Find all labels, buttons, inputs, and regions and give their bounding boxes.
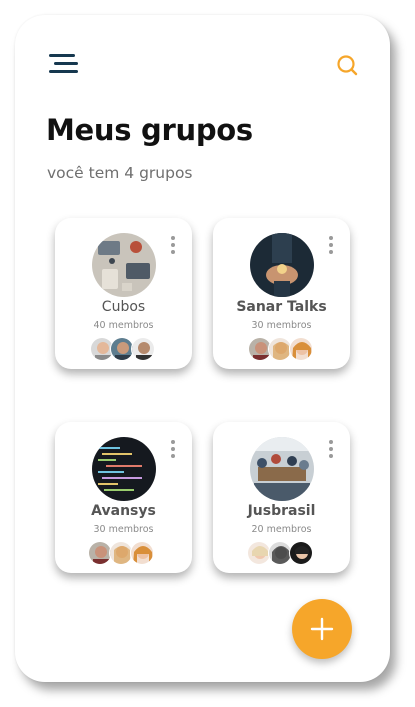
menu-icon[interactable] [49, 53, 81, 75]
group-photo [92, 437, 156, 501]
group-photo [250, 233, 314, 297]
group-card-cubos[interactable]: Cubos 40 membros [55, 218, 192, 369]
add-group-button[interactable] [292, 599, 352, 659]
more-options-icon[interactable] [328, 236, 334, 256]
group-photo [92, 233, 156, 297]
search-icon[interactable] [335, 53, 361, 79]
group-name: Cubos [101, 299, 146, 315]
member-avatar [289, 541, 313, 565]
group-members-count: 40 membros [93, 320, 154, 331]
page-subtitle: você tem 4 grupos [47, 164, 193, 182]
more-options-icon[interactable] [170, 236, 176, 256]
group-members-count: 30 membros [251, 320, 312, 331]
member-avatar [131, 337, 155, 361]
member-avatars [55, 337, 192, 363]
page-title: Meus grupos [46, 113, 253, 147]
phone-screen: Meus grupos você tem 4 grupos Cubos 40 m… [15, 15, 390, 682]
more-options-icon[interactable] [170, 440, 176, 460]
group-name: Avansys [91, 503, 156, 519]
group-name: Jusbrasil [247, 503, 316, 519]
member-avatar [289, 337, 313, 361]
group-card-sanar-talks[interactable]: Sanar Talks 30 membros [213, 218, 350, 369]
group-card-avansys[interactable]: Avansys 30 membros [55, 422, 192, 573]
group-name: Sanar Talks [236, 299, 327, 315]
group-members-count: 20 membros [251, 524, 312, 535]
more-options-icon[interactable] [328, 440, 334, 460]
plus-icon [310, 617, 334, 641]
member-avatar [130, 541, 154, 565]
group-photo [250, 437, 314, 501]
group-members-count: 30 membros [93, 524, 154, 535]
member-avatars [213, 337, 350, 363]
member-avatars [55, 541, 192, 567]
member-avatars [213, 541, 350, 567]
group-card-jusbrasil[interactable]: Jusbrasil 20 membros [213, 422, 350, 573]
